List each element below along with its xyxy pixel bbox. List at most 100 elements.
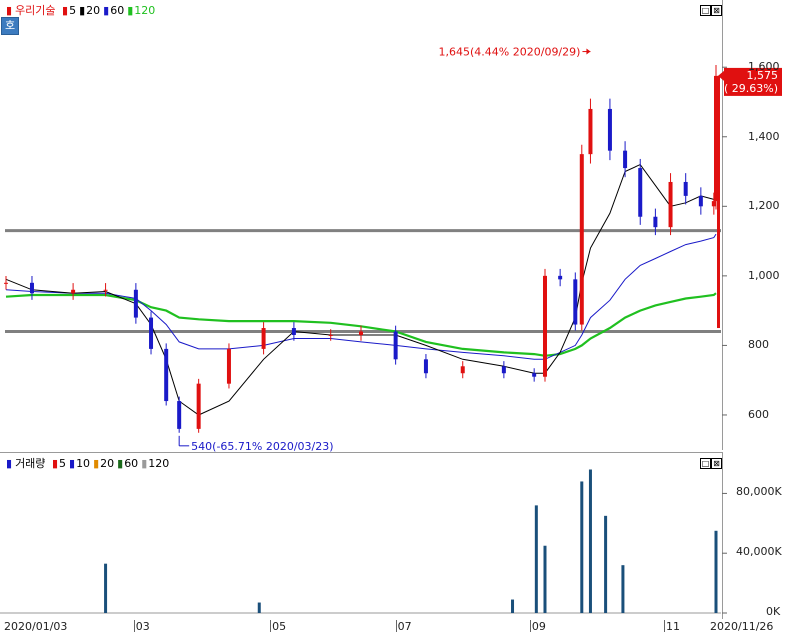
candle-body[interactable] [196, 383, 201, 429]
candle-body[interactable] [638, 168, 643, 217]
candle-body[interactable] [698, 195, 703, 207]
price-ma-label[interactable]: 60 [110, 4, 124, 17]
candle-body[interactable] [328, 334, 333, 336]
x-axis-month-label: 05 [272, 620, 287, 633]
volume-y-tick-label: 80,000K [736, 485, 782, 499]
x-axis-tick [270, 620, 272, 632]
x-axis-start-date: 2020/01/03 [4, 620, 68, 633]
candle-body[interactable] [558, 275, 563, 280]
volume-bar[interactable] [604, 515, 608, 613]
chart-menu-button[interactable]: 호 [1, 17, 19, 35]
price-y-tick-label: 1,600 [748, 60, 780, 74]
volume-bar[interactable] [580, 481, 584, 613]
volume-bar[interactable] [257, 602, 261, 613]
candle-body[interactable] [164, 348, 169, 402]
x-axis-tick [664, 620, 666, 632]
volume-ma-color-icon: ▮ [141, 457, 148, 470]
volume-ma-label[interactable]: 10 [76, 457, 90, 470]
candle-body[interactable] [573, 279, 578, 325]
volume-ma-color-icon: ▮ [69, 457, 76, 470]
volume-chart-svg[interactable] [0, 453, 786, 619]
volume-y-tick-label: 40,000K [736, 545, 782, 559]
volume-bar[interactable] [534, 505, 538, 613]
volume-title: 거래량 [15, 457, 46, 470]
candle-body[interactable] [261, 328, 266, 349]
close-icon[interactable]: ⊠ [711, 5, 722, 16]
volume-bar[interactable] [543, 545, 547, 613]
legend-marker-icon: ▮ [6, 457, 13, 470]
candle-body[interactable] [103, 289, 108, 291]
volume-bar[interactable] [588, 469, 592, 613]
volume-bar[interactable] [621, 565, 625, 613]
candle-body[interactable] [177, 401, 182, 429]
price-y-tick-label: 600 [748, 407, 769, 421]
price-ma-label[interactable]: 20 [86, 4, 100, 17]
candle-body[interactable] [542, 275, 547, 377]
candle-body[interactable] [149, 317, 154, 349]
volume-ma-label[interactable]: 60 [124, 457, 138, 470]
candle-body[interactable] [668, 181, 673, 228]
volume-ma-color-icon: ▮ [51, 457, 58, 470]
volume-ma-legend: ▮5 ▮10 ▮20 ▮60 ▮120 [52, 457, 172, 470]
volume-y-tick-label: 0K [766, 605, 781, 618]
candle-body[interactable] [711, 201, 716, 207]
maximize-icon[interactable]: □ [700, 458, 711, 469]
candle-body[interactable] [579, 154, 584, 325]
price-ma-color-icon: ▮ [103, 4, 110, 17]
candle-body[interactable] [291, 328, 296, 335]
price-y-tick-label: 1,200 [748, 199, 780, 213]
price-y-tick-label: 1,000 [748, 268, 780, 282]
last-candle [717, 75, 720, 329]
volume-bar[interactable] [714, 530, 718, 613]
x-axis-tick [529, 620, 531, 632]
price-chart-svg[interactable]: 1,645(4.44% 2020/09/29) 540(-65.71% 2020/… [0, 0, 786, 452]
volume-ma-label[interactable]: 120 [148, 457, 169, 470]
candle-body[interactable] [588, 108, 593, 155]
high-arrow-icon [586, 48, 591, 55]
candle-body[interactable] [423, 359, 428, 374]
price-ma-label[interactable]: 120 [134, 4, 155, 17]
price-y-tick-label: 1,400 [748, 129, 780, 143]
x-axis-tick [133, 620, 135, 632]
candle-body[interactable] [4, 282, 8, 284]
candle-body[interactable] [532, 373, 537, 377]
candle-body[interactable] [501, 366, 506, 374]
volume-bar[interactable] [511, 599, 515, 613]
stock-name[interactable]: 우리기술 [15, 4, 55, 17]
last-price-change: ( 29.63%) [724, 82, 778, 95]
volume-ma-color-icon: ▮ [117, 457, 124, 470]
price-ma-legend: ▮5 ▮20 ▮60 ▮120 [62, 4, 158, 17]
candle-body[interactable] [359, 331, 363, 335]
x-axis-month-label: 07 [397, 620, 412, 633]
x-axis-month-label: 03 [135, 620, 150, 633]
candle-body[interactable] [29, 282, 34, 294]
candle-body[interactable] [460, 366, 465, 374]
ma120-line [5, 292, 717, 357]
x-axis-month-label: 11 [666, 620, 681, 633]
candle-body[interactable] [653, 216, 658, 228]
price-ma-color-icon: ▮ [62, 4, 69, 17]
candle-body[interactable] [607, 108, 612, 151]
x-axis-month-label: 09 [531, 620, 546, 633]
maximize-icon[interactable]: □ [700, 5, 711, 16]
price-legend: ▮ 우리기술 ▮5 ▮20 ▮60 ▮120 [6, 4, 161, 18]
candle-body[interactable] [226, 348, 231, 384]
close-icon[interactable]: ⊠ [711, 458, 722, 469]
x-axis-end-date: 2020/11/26 [710, 620, 774, 633]
volume-chart-panel[interactable]: ▮ 거래량 ▮5 ▮10 ▮20 ▮60 ▮120 □ ⊠ [0, 452, 727, 619]
candle-body[interactable] [683, 181, 688, 196]
candle-body[interactable] [393, 331, 398, 360]
candle-body[interactable] [133, 289, 138, 318]
volume-ma-color-icon: ▮ [93, 457, 100, 470]
volume-ma-label[interactable]: 20 [100, 457, 114, 470]
volume-bar[interactable] [104, 563, 108, 613]
price-y-tick-label: 800 [748, 338, 769, 352]
price-ma-label[interactable]: 5 [69, 4, 76, 17]
x-axis-tick [395, 620, 397, 632]
candle-body[interactable] [71, 289, 76, 294]
volume-legend: ▮ 거래량 ▮5 ▮10 ▮20 ▮60 ▮120 [6, 457, 175, 471]
price-chart-panel[interactable]: 1,645(4.44% 2020/09/29) 540(-65.71% 2020/… [0, 0, 782, 452]
candle-body[interactable] [623, 150, 628, 169]
legend-marker-icon: ▮ [6, 4, 13, 17]
volume-ma-label[interactable]: 5 [59, 457, 66, 470]
